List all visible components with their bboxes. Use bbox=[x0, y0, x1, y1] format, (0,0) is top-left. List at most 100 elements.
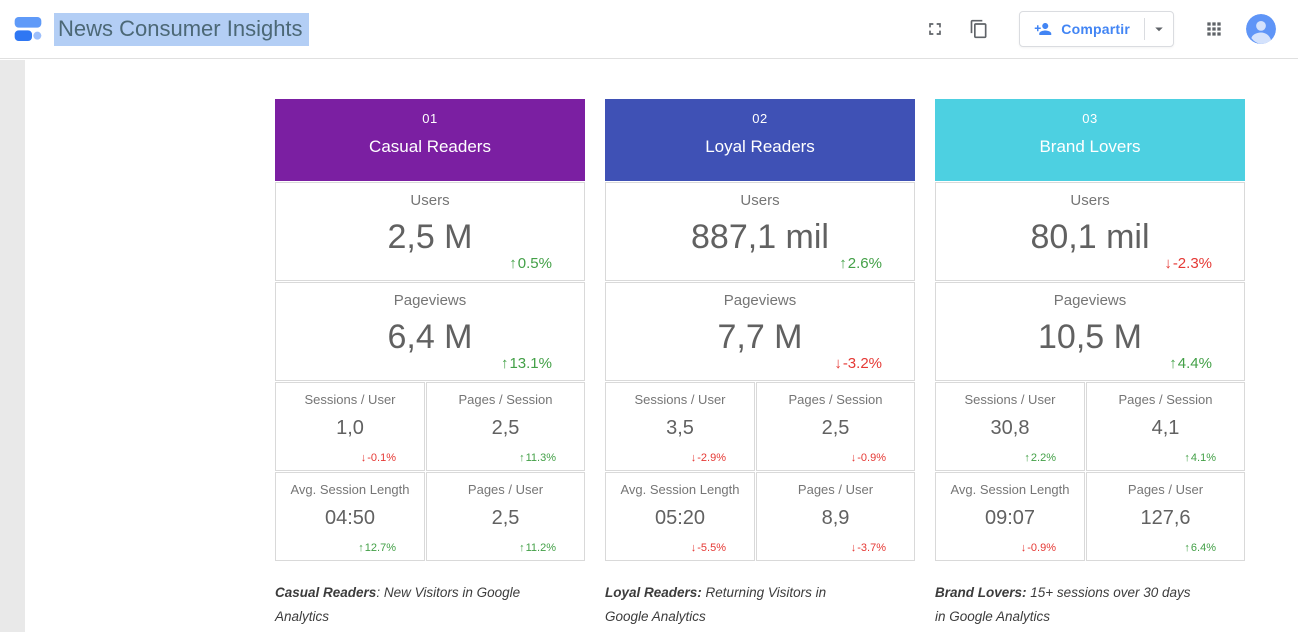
card-name: Casual Readers bbox=[275, 137, 585, 157]
metric-value: 6,4 M bbox=[276, 318, 584, 357]
metric-label: Pageviews bbox=[606, 292, 914, 309]
card-header-band[interactable]: 01 Casual Readers bbox=[275, 99, 585, 181]
metric-change: -2.9% bbox=[691, 452, 726, 464]
metric-value: 05:20 bbox=[606, 507, 754, 530]
scorecard-sessions-per-user[interactable]: Sessions / User 30,8 2.2% bbox=[935, 382, 1085, 471]
scorecard-pageviews[interactable]: Pageviews 6,4 M 13.1% bbox=[275, 282, 585, 381]
scorecard-pages-per-session[interactable]: Pages / Session 2,5 11.3% bbox=[426, 382, 585, 471]
metric-label: Pages / User bbox=[1087, 482, 1244, 497]
apps-grid-icon bbox=[1204, 19, 1224, 39]
trend-arrow-icon bbox=[834, 355, 842, 372]
trend-arrow-icon bbox=[1164, 255, 1172, 272]
trend-arrow-icon bbox=[361, 452, 367, 464]
app-header: News Consumer Insights Compartir bbox=[0, 0, 1298, 59]
fullscreen-button[interactable] bbox=[923, 17, 947, 41]
card-header-band[interactable]: 03 Brand Lovers bbox=[935, 99, 1245, 181]
scorecard-avg-session-length[interactable]: Avg. Session Length 05:20 -5.5% bbox=[605, 472, 755, 561]
card-index: 01 bbox=[275, 111, 585, 126]
scorecard-avg-session-length[interactable]: Avg. Session Length 09:07 -0.9% bbox=[935, 472, 1085, 561]
card-footnote: Casual Readers: New Visitors in Google A… bbox=[275, 581, 533, 629]
scorecard-avg-session-length[interactable]: Avg. Session Length 04:50 12.7% bbox=[275, 472, 425, 561]
scorecard-pageviews[interactable]: Pageviews 7,7 M -3.2% bbox=[605, 282, 915, 381]
footnote-term: Loyal Readers: bbox=[605, 585, 702, 600]
metric-change: -0.9% bbox=[851, 452, 886, 464]
metric-change: 4.1% bbox=[1184, 452, 1216, 464]
header-actions: Compartir bbox=[923, 11, 1286, 47]
card-name: Loyal Readers bbox=[605, 137, 915, 157]
change-value: -0.9% bbox=[857, 452, 886, 464]
trend-arrow-icon bbox=[519, 542, 525, 554]
metric-change: -5.5% bbox=[691, 542, 726, 554]
metric-value: 8,9 bbox=[757, 507, 914, 530]
trend-arrow-icon bbox=[1184, 542, 1190, 554]
metric-change: -0.9% bbox=[1021, 542, 1056, 554]
change-value: -0.9% bbox=[1027, 542, 1056, 554]
report-page: News Consumer Insights Compartir bbox=[0, 0, 1298, 632]
user-avatar[interactable] bbox=[1246, 14, 1276, 44]
metric-label: Sessions / User bbox=[936, 392, 1084, 407]
trend-arrow-icon bbox=[1184, 452, 1190, 464]
trend-arrow-icon bbox=[851, 542, 857, 554]
metric-value: 10,5 M bbox=[936, 318, 1244, 357]
person-add-icon bbox=[1034, 20, 1052, 38]
change-value: 2.2% bbox=[1031, 452, 1056, 464]
small-metrics-grid: Sessions / User 30,8 2.2% Pages / Sessio… bbox=[935, 382, 1245, 561]
metric-label: Users bbox=[276, 192, 584, 209]
report-title[interactable]: News Consumer Insights bbox=[54, 13, 309, 46]
scorecard-users[interactable]: Users 80,1 mil -2.3% bbox=[935, 182, 1245, 281]
change-value: 12.7% bbox=[365, 542, 396, 554]
share-dropdown-toggle[interactable] bbox=[1145, 12, 1173, 46]
change-value: 0.5% bbox=[518, 255, 552, 272]
change-value: -5.5% bbox=[697, 542, 726, 554]
card-loyal-readers[interactable]: 02 Loyal Readers Users 887,1 mil 2.6% Pa… bbox=[605, 99, 915, 561]
card-brand-lovers[interactable]: 03 Brand Lovers Users 80,1 mil -2.3% Pag… bbox=[935, 99, 1245, 561]
scorecard-sessions-per-user[interactable]: Sessions / User 3,5 -2.9% bbox=[605, 382, 755, 471]
trend-arrow-icon bbox=[501, 355, 509, 372]
scorecard-pages-per-session[interactable]: Pages / Session 2,5 -0.9% bbox=[756, 382, 915, 471]
change-value: -0.1% bbox=[367, 452, 396, 464]
metric-value: 2,5 M bbox=[276, 218, 584, 257]
scorecard-users[interactable]: Users 2,5 M 0.5% bbox=[275, 182, 585, 281]
metric-change: 12.7% bbox=[358, 542, 396, 554]
change-value: -2.3% bbox=[1173, 255, 1212, 272]
card-index: 03 bbox=[935, 111, 1245, 126]
small-metrics-grid: Sessions / User 1,0 -0.1% Pages / Sessio… bbox=[275, 382, 585, 561]
metric-label: Pages / Session bbox=[1087, 392, 1244, 407]
trend-arrow-icon bbox=[1169, 355, 1177, 372]
scorecard-users[interactable]: Users 887,1 mil 2.6% bbox=[605, 182, 915, 281]
change-value: -3.7% bbox=[857, 542, 886, 554]
scorecard-pages-per-user[interactable]: Pages / User 8,9 -3.7% bbox=[756, 472, 915, 561]
share-button-main[interactable]: Compartir bbox=[1020, 12, 1144, 46]
scorecard-pages-per-user[interactable]: Pages / User 127,6 6.4% bbox=[1086, 472, 1245, 561]
trend-arrow-icon bbox=[839, 255, 847, 272]
change-value: -3.2% bbox=[843, 355, 882, 372]
share-button[interactable]: Compartir bbox=[1019, 11, 1174, 47]
metric-change: -3.7% bbox=[851, 542, 886, 554]
change-value: -2.9% bbox=[697, 452, 726, 464]
apps-grid-button[interactable] bbox=[1202, 17, 1226, 41]
data-studio-logo-icon[interactable] bbox=[12, 13, 44, 45]
metric-value: 887,1 mil bbox=[606, 218, 914, 257]
share-button-label: Compartir bbox=[1061, 21, 1130, 37]
card-header-band[interactable]: 02 Loyal Readers bbox=[605, 99, 915, 181]
canvas-left-gutter bbox=[0, 60, 25, 632]
scorecard-pageviews[interactable]: Pageviews 10,5 M 4.4% bbox=[935, 282, 1245, 381]
fullscreen-icon bbox=[925, 19, 945, 39]
metric-change: 11.3% bbox=[519, 452, 556, 464]
metric-change: -0.1% bbox=[361, 452, 396, 464]
copy-report-button[interactable] bbox=[967, 17, 991, 41]
card-footnote: Loyal Readers: Returning Visitors in Goo… bbox=[605, 581, 863, 629]
trend-arrow-icon bbox=[519, 452, 525, 464]
scorecard-sessions-per-user[interactable]: Sessions / User 1,0 -0.1% bbox=[275, 382, 425, 471]
scorecard-pages-per-user[interactable]: Pages / User 2,5 11.2% bbox=[426, 472, 585, 561]
metric-label: Avg. Session Length bbox=[936, 482, 1084, 497]
metric-label: Pageviews bbox=[276, 292, 584, 309]
metric-label: Users bbox=[936, 192, 1244, 209]
change-value: 11.2% bbox=[526, 542, 556, 554]
metric-label: Pages / Session bbox=[757, 392, 914, 407]
scorecard-pages-per-session[interactable]: Pages / Session 4,1 4.1% bbox=[1086, 382, 1245, 471]
card-name: Brand Lovers bbox=[935, 137, 1245, 157]
change-value: 13.1% bbox=[509, 355, 552, 372]
card-casual-readers[interactable]: 01 Casual Readers Users 2,5 M 0.5% Pagev… bbox=[275, 99, 585, 561]
metric-label: Pages / User bbox=[757, 482, 914, 497]
